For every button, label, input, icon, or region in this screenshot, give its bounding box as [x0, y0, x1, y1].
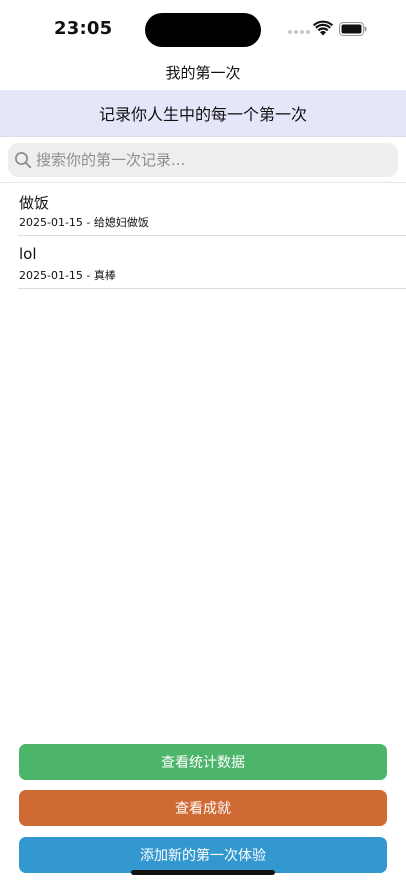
home-indicator — [131, 870, 275, 875]
search-bar[interactable] — [8, 143, 398, 177]
wifi-icon — [313, 20, 333, 36]
header-banner: 记录你人生中的每一个第一次 — [0, 90, 406, 137]
list-item[interactable]: lol 2025-01-15 - 真棒 — [18, 236, 406, 289]
record-title: lol — [19, 245, 37, 263]
search-input[interactable] — [36, 143, 386, 177]
view-stats-button[interactable]: 查看统计数据 — [19, 744, 387, 780]
list-item[interactable]: 做饭 2025-01-15 - 给媳妇做饭 — [18, 183, 406, 236]
cellular-signal-icon — [288, 28, 312, 36]
view-achievements-button[interactable]: 查看成就 — [19, 790, 387, 826]
search-icon — [15, 152, 32, 169]
record-subtitle: 2025-01-15 - 给媳妇做饭 — [19, 216, 149, 229]
status-bar: 23:05 — [0, 0, 406, 58]
records-list: 做饭 2025-01-15 - 给媳妇做饭 lol 2025-01-15 - 真… — [0, 183, 406, 289]
page-title: 我的第一次 — [165, 64, 241, 82]
battery-icon — [339, 22, 367, 36]
record-subtitle: 2025-01-15 - 真棒 — [19, 269, 116, 282]
dynamic-island — [145, 13, 261, 47]
record-title: 做饭 — [19, 194, 50, 212]
add-first-experience-button[interactable]: 添加新的第一次体验 — [19, 837, 387, 873]
status-time: 23:05 — [54, 18, 113, 39]
